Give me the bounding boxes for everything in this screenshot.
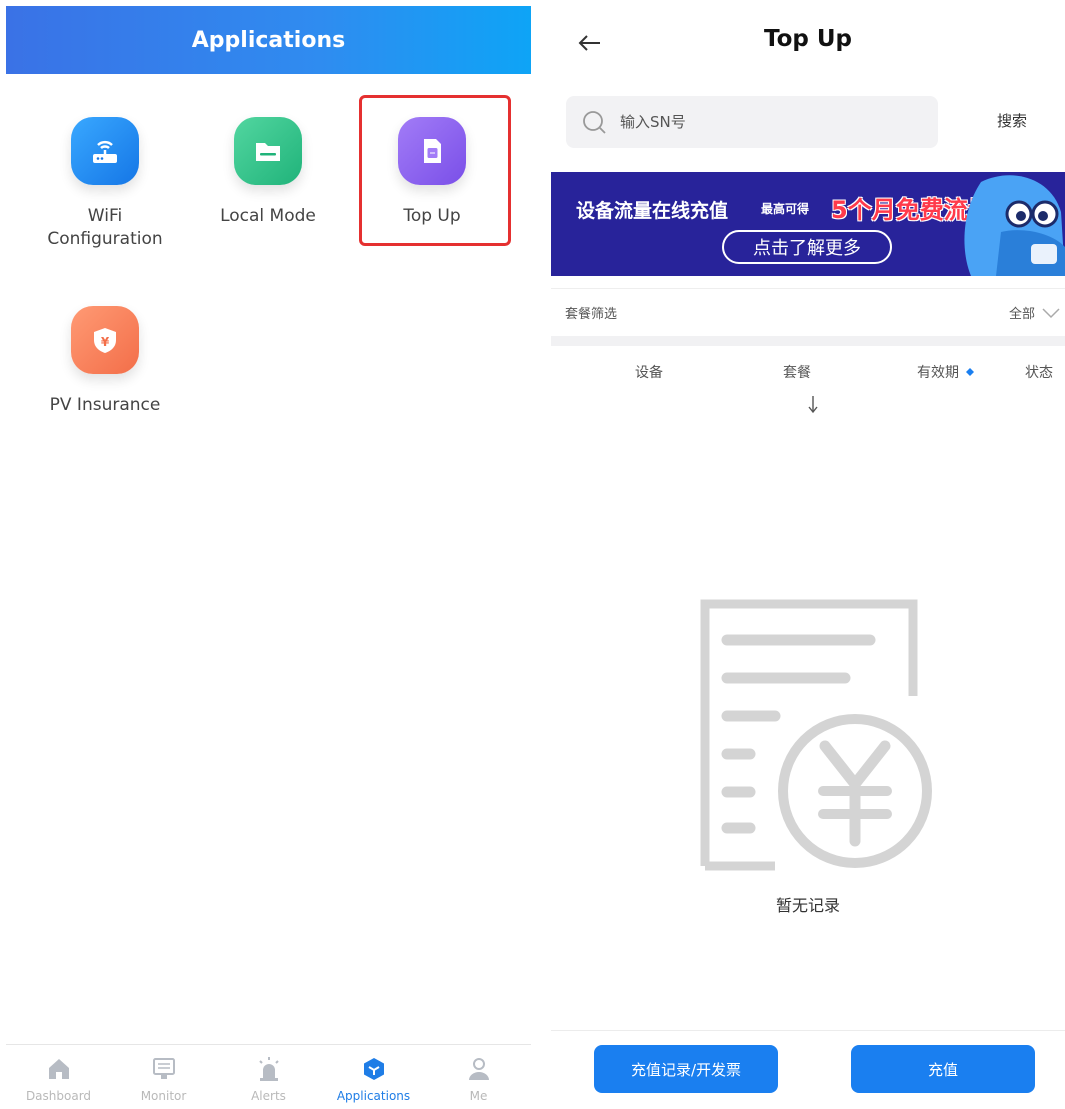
topup-screen: Top Up 搜索 设备流量在线充值 最高可得 5个月免费流量 点击了解更多 套…: [551, 0, 1065, 1109]
app-pv-insurance[interactable]: ¥ PV Insurance: [30, 306, 180, 417]
monitor-icon: [150, 1055, 178, 1083]
search-icon: [583, 111, 606, 134]
tab-alerts[interactable]: Alerts: [216, 1045, 321, 1109]
arrow-down-icon: [808, 396, 818, 414]
search-input[interactable]: [620, 113, 920, 131]
app-label: PV Insurance: [49, 395, 161, 415]
app-label: Local Mode: [220, 206, 316, 226]
tab-label: Me: [469, 1089, 488, 1103]
folder-icon: [234, 117, 302, 185]
column-header-status: 状态: [1025, 365, 1053, 381]
mascot-illustration: [964, 175, 1065, 276]
recharge-records-button[interactable]: 充值记录/开发票: [594, 1045, 778, 1093]
page-title: Applications: [191, 27, 346, 53]
home-icon: [45, 1055, 73, 1083]
cube-icon: [360, 1055, 388, 1083]
router-icon: [71, 117, 139, 185]
empty-state-text: 暂无记录: [775, 896, 840, 915]
app-local-mode[interactable]: Local Mode: [193, 117, 343, 228]
action-bar: 充值记录/开发票 充值: [551, 1030, 1065, 1109]
search-box: [566, 96, 938, 148]
tab-me[interactable]: Me: [426, 1045, 531, 1109]
tab-monitor[interactable]: Monitor: [111, 1045, 216, 1109]
applications-screen: Applications WiFi Configuration Local Mo…: [0, 0, 537, 1109]
chevron-down-icon: [1042, 307, 1060, 318]
filter-label: 套餐筛选: [565, 307, 618, 322]
highlight-box: [359, 95, 511, 246]
tab-label: Applications: [336, 1089, 411, 1103]
user-icon: [465, 1055, 493, 1083]
empty-records-illustration: [700, 599, 932, 871]
column-header-validity-label: 有效期: [917, 365, 959, 381]
banner-sub: 最高可得: [761, 202, 810, 216]
tab-applications[interactable]: Applications: [321, 1045, 426, 1109]
column-header-validity[interactable]: 有效期: [917, 362, 975, 382]
column-header-device: 设备: [635, 365, 663, 381]
shield-yen-icon: ¥: [71, 306, 139, 374]
app-wifi-configuration[interactable]: WiFi Configuration: [30, 117, 180, 251]
tab-label: Alerts: [251, 1089, 286, 1103]
section-divider: [551, 336, 1065, 346]
tab-label: Dashboard: [25, 1089, 92, 1103]
table-header: 设备 套餐 有效期 状态: [551, 362, 1065, 422]
package-filter[interactable]: 套餐筛选 全部: [551, 288, 1065, 336]
banner-headline: 设备流量在线充值: [576, 200, 729, 222]
tab-label: Monitor: [140, 1089, 187, 1103]
banner-cta-button[interactable]: 点击了解更多: [722, 230, 892, 264]
alarm-icon: [255, 1055, 283, 1083]
recharge-button[interactable]: 充值: [851, 1045, 1035, 1093]
search-button[interactable]: 搜索: [997, 110, 1027, 131]
column-header-package: 套餐: [783, 365, 811, 381]
tab-dashboard[interactable]: Dashboard: [6, 1045, 111, 1109]
filter-dropdown[interactable]: 全部: [1009, 303, 1061, 322]
promo-banner[interactable]: 设备流量在线充值 最高可得 5个月免费流量 点击了解更多: [551, 172, 1065, 276]
applications-header: Applications: [6, 6, 531, 74]
svg-text:¥: ¥: [101, 335, 110, 349]
bottom-tab-bar: Dashboard Monitor Alerts Applications Me: [6, 1044, 531, 1109]
sort-icon: [966, 368, 974, 376]
app-label: WiFi Configuration: [47, 206, 163, 249]
filter-value: 全部: [1008, 307, 1035, 322]
page-title: Top Up: [763, 26, 853, 52]
